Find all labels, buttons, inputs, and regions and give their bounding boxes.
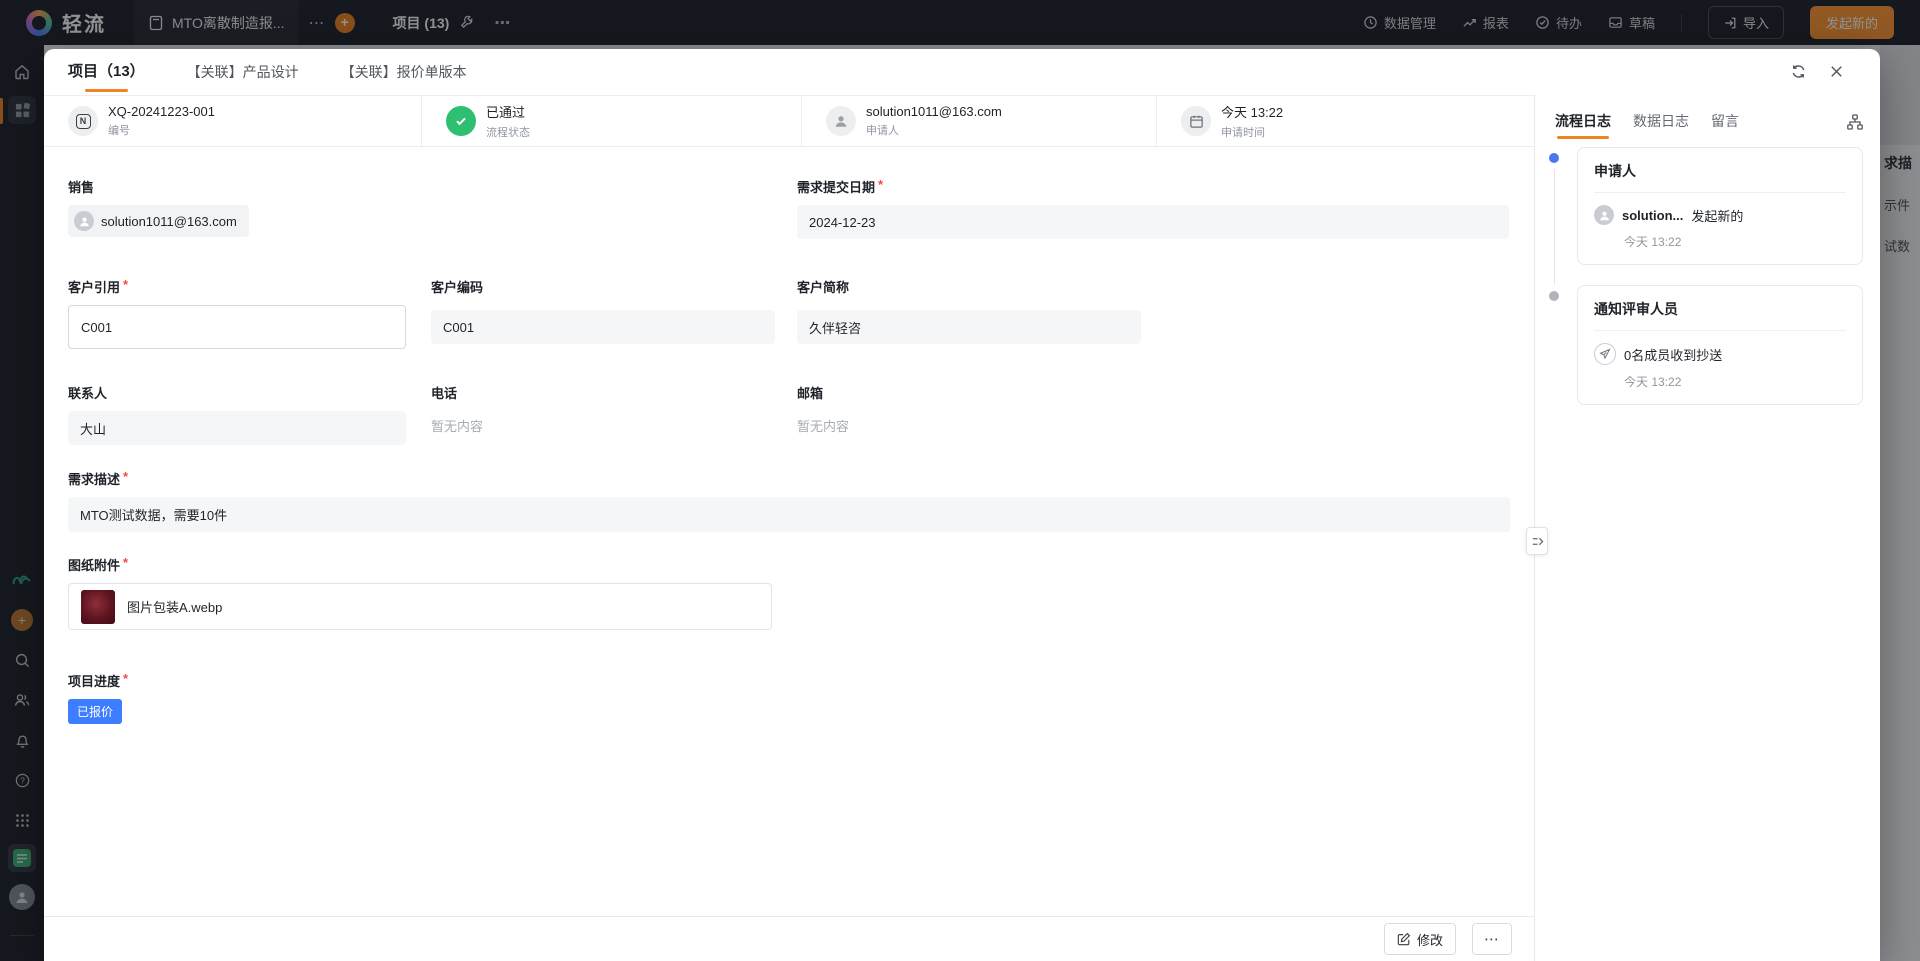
attachment-thumbnail[interactable] [81, 590, 115, 624]
field-submit-date: 需求提交日期 * 2024-12-23 [797, 177, 1509, 239]
log-time: 今天 13:22 [1624, 233, 1846, 250]
send-plane-icon [1594, 343, 1616, 365]
timeline-dot-active [1549, 153, 1559, 163]
timeline-dot [1549, 291, 1559, 301]
tab-related-quote-version[interactable]: 【关联】报价单版本 [341, 49, 467, 95]
customer-short-name-input[interactable]: 久伴轻咨 [797, 310, 1141, 344]
log-panel: 流程日志 数据日志 留言 申请人 [1534, 95, 1880, 961]
field-email: 邮箱 暂无内容 [797, 383, 1141, 435]
member-avatar-icon [74, 211, 94, 231]
field-sales: 销售 solution1011@163.com [68, 177, 408, 237]
record-info-bar: N XQ-20241223-001 编号 已通过 流程状态 [44, 95, 1534, 147]
attachment-filename: 图片包装A.webp [127, 597, 222, 616]
timeline-line [1554, 169, 1555, 285]
tab-project[interactable]: 项目（13） [68, 49, 145, 95]
modal-footer: 修改 ⋯ [44, 916, 1534, 961]
more-actions-button[interactable]: ⋯ [1472, 923, 1512, 955]
calendar-icon [1181, 106, 1211, 136]
record-form: 销售 solution1011@163.com 需求提交日期 * 2024-12… [44, 147, 1534, 916]
customer-code-input[interactable]: C001 [431, 310, 775, 344]
ellipsis-icon: ⋯ [1484, 930, 1500, 948]
close-icon[interactable] [1828, 63, 1846, 81]
sales-value: solution1011@163.com [101, 214, 237, 229]
attachment-item[interactable]: 图片包装A.webp [68, 583, 772, 630]
progress-badge: 已报价 [68, 699, 122, 724]
field-customer-code: 客户编码 C001 [431, 277, 775, 344]
tab-related-product-design[interactable]: 【关联】产品设计 [187, 49, 299, 95]
log-user-avatar [1594, 205, 1614, 225]
flow-chart-icon[interactable] [1846, 113, 1864, 131]
customer-ref-input[interactable]: C001 [68, 305, 406, 349]
field-customer-ref: 客户引用 * C001 [68, 277, 406, 349]
tab-comments[interactable]: 留言 [1711, 111, 1739, 143]
field-drawing-attachment: 图纸附件 * 图片包装A.webp [68, 555, 772, 630]
required-asterisk: * [123, 555, 128, 574]
field-contact: 联系人 大山 [68, 383, 406, 445]
log-user-name: solution... [1622, 208, 1683, 223]
tab-flow-log[interactable]: 流程日志 [1555, 111, 1611, 143]
log-action: 发起新的 [1691, 206, 1743, 225]
demand-description-input[interactable]: MTO测试数据，需要10件 [68, 497, 1510, 532]
modal-header: 项目（13） 【关联】产品设计 【关联】报价单版本 [44, 49, 1880, 95]
required-asterisk: * [123, 277, 128, 296]
applicant-avatar [826, 106, 856, 136]
info-record-number: N XQ-20241223-001 编号 [44, 96, 422, 146]
status-badge: 已通过 [486, 102, 530, 121]
field-customer-short-name: 客户简称 久伴轻咨 [797, 277, 1141, 344]
sales-member-chip[interactable]: solution1011@163.com [68, 205, 249, 237]
field-demand-description: 需求描述 * MTO测试数据，需要10件 [68, 469, 1510, 532]
applicant-value: solution1011@163.com [866, 104, 1002, 119]
log-entry-applicant[interactable]: 申请人 solution... 发起新的 今天 13:22 [1577, 147, 1863, 265]
required-asterisk: * [123, 671, 128, 690]
edit-pencil-icon [1397, 932, 1411, 946]
record-number-icon: N [68, 106, 98, 136]
record-detail-modal: 项目（13） 【关联】产品设计 【关联】报价单版本 N XQ-20241223-… [44, 49, 1880, 961]
contact-input[interactable]: 大山 [68, 411, 406, 445]
required-asterisk: * [123, 469, 128, 488]
record-number-value: XQ-20241223-001 [108, 104, 215, 119]
panel-collapse-handle[interactable] [1526, 527, 1548, 555]
apply-time-value: 今天 13:22 [1221, 102, 1283, 121]
field-project-progress: 项目进度 * 已报价 [68, 671, 408, 724]
log-time: 今天 13:22 [1624, 373, 1846, 390]
phone-empty-value: 暂无内容 [431, 416, 775, 435]
required-asterisk: * [878, 177, 883, 196]
email-empty-value: 暂无内容 [797, 416, 1141, 435]
approved-check-icon [446, 106, 476, 136]
tab-data-log[interactable]: 数据日志 [1633, 111, 1689, 143]
edit-button[interactable]: 修改 [1384, 923, 1456, 955]
log-entry-notify-reviewers[interactable]: 通知评审人员 0名成员收到抄送 今天 13:22 [1577, 285, 1863, 405]
info-apply-time: 今天 13:22 申请时间 [1157, 96, 1534, 146]
submit-date-input[interactable]: 2024-12-23 [797, 205, 1509, 239]
info-flow-status: 已通过 流程状态 [422, 96, 802, 146]
field-phone: 电话 暂无内容 [431, 383, 775, 435]
refresh-icon[interactable] [1790, 63, 1808, 81]
info-applicant: solution1011@163.com 申请人 [802, 96, 1157, 146]
log-message: 0名成员收到抄送 [1624, 345, 1722, 364]
